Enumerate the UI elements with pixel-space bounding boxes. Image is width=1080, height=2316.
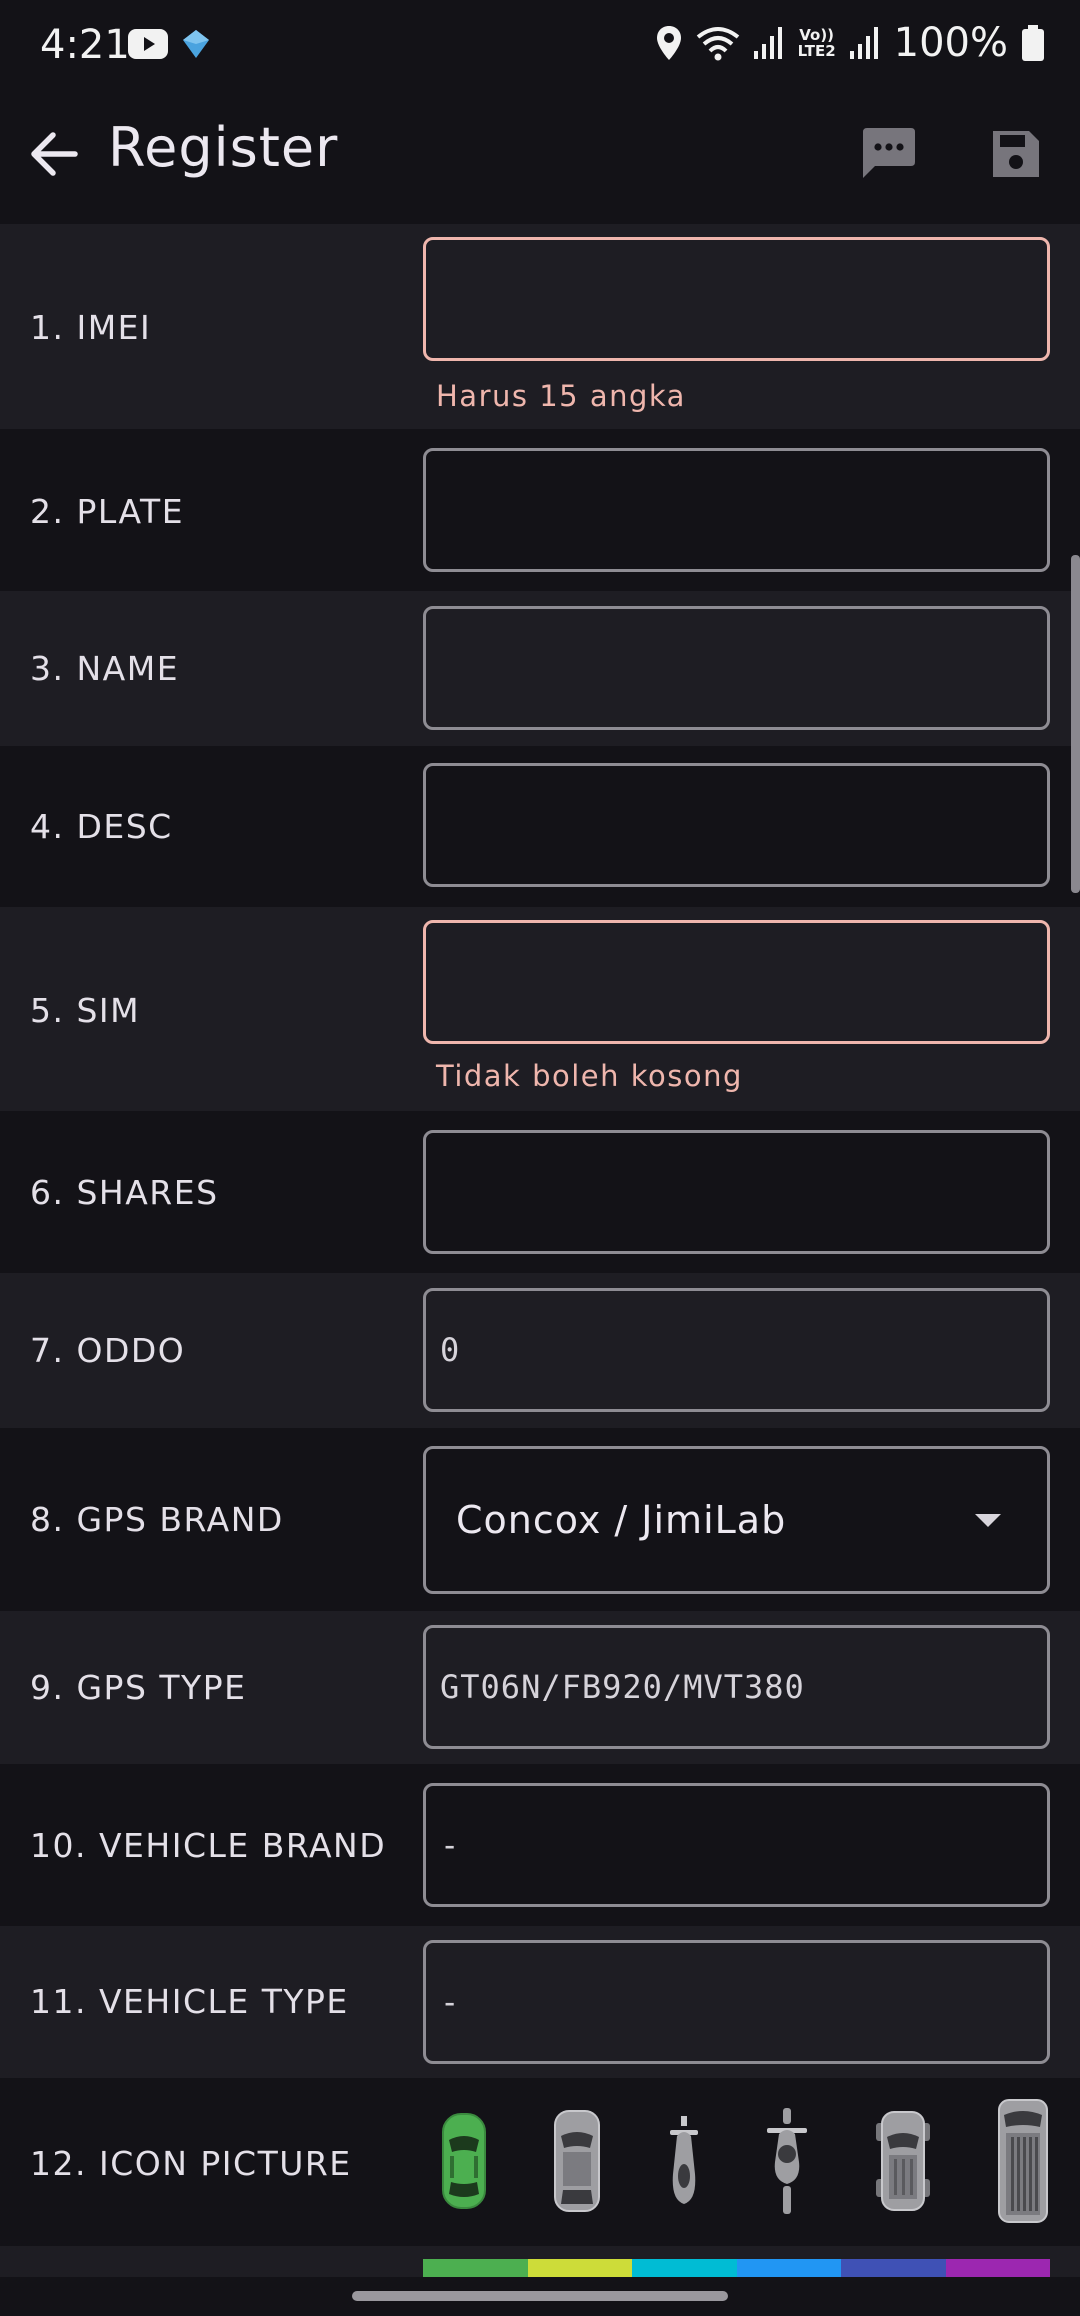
form-row-oddo: 7. ODDO <box>0 1273 1080 1428</box>
status-system-icons: Vo)) LTE2 100% <box>656 20 1044 66</box>
page-title: Register <box>108 116 339 179</box>
arrow-back-icon <box>31 132 78 176</box>
oddo-input[interactable] <box>426 1291 1047 1409</box>
color-swatch-lime[interactable] <box>527 2259 632 2277</box>
icon-picture-label: 12. ICON PICTURE <box>30 2144 352 2183</box>
gps-type-label: 9. GPS TYPE <box>30 1668 247 1707</box>
message-icon <box>863 128 915 178</box>
color-swatch-purple[interactable] <box>945 2259 1050 2277</box>
imei-field[interactable] <box>423 237 1050 361</box>
gps-brand-select[interactable]: Concox / JimiLab <box>423 1446 1050 1594</box>
form-row-sim: 5. SIM Tidak boleh kosong <box>0 907 1080 1111</box>
plate-input[interactable] <box>426 451 1047 569</box>
name-label: 3. NAME <box>30 649 180 688</box>
vehicle-type-label: 11. VEHICLE TYPE <box>30 1982 349 2021</box>
status-bar: 4:21 Vo)) LTE2 100% <box>0 0 1080 94</box>
vehicle-brand-input[interactable] <box>426 1786 1047 1904</box>
car-icon <box>442 2113 486 2209</box>
imei-error-text: Harus 15 angka <box>436 379 686 413</box>
color-swatch-cyan[interactable] <box>632 2259 737 2277</box>
desc-label: 4. DESC <box>30 807 173 846</box>
icon-option-car[interactable] <box>440 2110 488 2212</box>
dropdown-arrow-icon <box>975 1514 1001 1527</box>
form-row-gps-type: 9. GPS TYPE <box>0 1611 1080 1764</box>
form-row-imei: 1. IMEI Harus 15 angka <box>0 224 1080 429</box>
icon-option-jeep[interactable] <box>874 2109 932 2213</box>
battery-icon <box>1022 25 1044 61</box>
jeep-icon <box>875 2111 930 2211</box>
save-button[interactable] <box>980 118 1052 190</box>
form-row-vehicle-type: 11. VEHICLE TYPE <box>0 1926 1080 2078</box>
icon-option-motorcycle[interactable] <box>765 2106 809 2216</box>
icon-picture-options <box>440 2096 1050 2226</box>
shares-input[interactable] <box>426 1133 1047 1251</box>
shares-field[interactable] <box>423 1130 1050 1254</box>
vehicle-brand-label: 10. VEHICLE BRAND <box>30 1826 387 1865</box>
gps-brand-selected-value: Concox / JimiLab <box>456 1498 787 1542</box>
signal-icon <box>753 27 782 59</box>
oddo-label: 7. ODDO <box>30 1331 186 1370</box>
name-input[interactable] <box>426 609 1047 727</box>
youtube-icon <box>128 29 168 59</box>
vehicle-type-input[interactable] <box>426 1943 1047 2061</box>
plate-label: 2. PLATE <box>30 492 185 531</box>
signal-icon <box>849 27 878 59</box>
gps-type-field[interactable] <box>423 1625 1050 1749</box>
imei-input[interactable] <box>426 240 1047 358</box>
sim-error-text: Tidak boleh kosong <box>436 1059 743 1093</box>
wifi-icon <box>696 27 739 61</box>
app-bar: Register <box>0 94 1080 224</box>
sim-field[interactable] <box>423 920 1050 1044</box>
shield-app-icon <box>183 30 209 58</box>
icon-option-suv[interactable] <box>552 2108 602 2214</box>
gps-brand-label: 8. GPS BRAND <box>30 1500 284 1539</box>
vehicle-type-field[interactable] <box>423 1940 1050 2064</box>
gesture-navigation-handle[interactable] <box>352 2291 728 2301</box>
desc-input[interactable] <box>426 766 1047 884</box>
form-row-vehicle-brand: 10. VEHICLE BRAND <box>0 1764 1080 1926</box>
form-row-shares: 6. SHARES <box>0 1111 1080 1273</box>
battery-percentage: 100% <box>893 20 1008 66</box>
form-row-gps-brand: 8. GPS BRAND Concox / JimiLab <box>0 1428 1080 1611</box>
color-picker-strip <box>423 2259 1050 2277</box>
name-field[interactable] <box>423 606 1050 730</box>
motorcycle-icon <box>767 2108 808 2214</box>
sim-label: 5. SIM <box>30 991 141 1030</box>
desc-field[interactable] <box>423 763 1050 887</box>
status-notification-icons <box>128 28 212 60</box>
scrollbar-thumb[interactable] <box>1071 555 1080 893</box>
oddo-field[interactable] <box>423 1288 1050 1412</box>
plate-field[interactable] <box>423 448 1050 572</box>
color-swatch-green[interactable] <box>423 2259 528 2277</box>
van-icon <box>997 2099 1048 2223</box>
network-type-label: Vo)) LTE2 <box>797 26 836 60</box>
color-swatch-blue[interactable] <box>736 2259 841 2277</box>
status-time: 4:21 <box>40 22 130 68</box>
location-icon <box>656 26 681 60</box>
save-icon <box>993 131 1039 177</box>
sim-input[interactable] <box>426 923 1047 1041</box>
message-button[interactable] <box>852 118 924 190</box>
shares-label: 6. SHARES <box>30 1173 219 1212</box>
color-swatch-indigo[interactable] <box>841 2259 946 2277</box>
icon-option-van[interactable] <box>996 2097 1050 2225</box>
form-row-plate: 2. PLATE <box>0 429 1080 591</box>
form-row-desc: 4. DESC <box>0 746 1080 907</box>
form-row-icon-picture: 12. ICON PICTURE <box>0 2078 1080 2246</box>
gps-type-input[interactable] <box>426 1628 1047 1746</box>
scooter-icon <box>669 2116 698 2204</box>
vehicle-brand-field[interactable] <box>423 1783 1050 1907</box>
form-row-name: 3. NAME <box>0 591 1080 746</box>
imei-label: 1. IMEI <box>30 308 152 347</box>
suv-icon <box>554 2110 601 2212</box>
back-button[interactable] <box>22 122 86 186</box>
icon-option-scooter[interactable] <box>667 2114 701 2208</box>
